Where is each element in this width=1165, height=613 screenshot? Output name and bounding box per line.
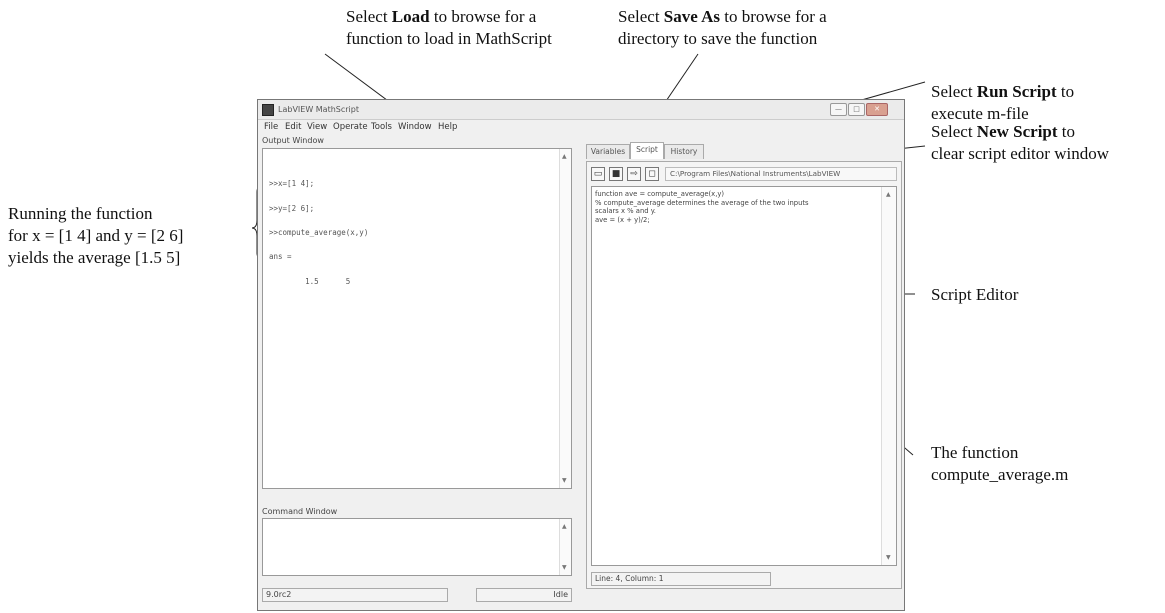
output-scrollbar[interactable]: ▲ ▼ [559,149,571,488]
script-panel: ▭ ■ ⇨ ◻ C:\Program Files\National Instru… [586,161,902,589]
script-toolbar: ▭ ■ ⇨ ◻ C:\Program Files\National Instru… [591,167,897,181]
folder-icon: ▭ [593,169,603,179]
tab-variables[interactable]: Variables [586,144,630,159]
menu-edit[interactable]: Edit [285,122,301,132]
output-line: >>compute_average(x,y) [269,228,369,237]
load-annotation: Select Load to browse for a function to … [346,7,552,48]
command-window[interactable]: ▲ ▼ [262,518,572,576]
script-editor-annotation: Script Editor [931,285,1019,304]
scroll-up-icon[interactable]: ▲ [886,191,891,198]
output-window[interactable]: >>x=[1 4]; >>y=[2 6]; >>compute_average(… [262,148,572,489]
command-scrollbar[interactable]: ▲ ▼ [559,519,571,575]
output-line: >>y=[2 6]; [269,204,315,213]
run-script-annotation: Select Run Script to execute m-file [931,82,1075,123]
script-line: scalars x % and y. [595,207,656,215]
save-as-button[interactable]: ■ [609,167,623,181]
menu-tools[interactable]: Tools [371,122,392,132]
tab-script[interactable]: Script [630,142,664,159]
menu-operate[interactable]: Operate [333,122,368,132]
script-line: ave = (x + y)/2; [595,215,650,224]
output-line: ans = [269,252,292,261]
tab-history[interactable]: History [664,144,704,159]
command-window-label: Command Window [262,507,338,516]
title-bar: LabVIEW MathScript — □ ✕ [258,100,904,120]
scroll-up-icon[interactable]: ▲ [562,153,567,160]
mathscript-window: LabVIEW MathScript — □ ✕ File Edit View … [257,99,905,611]
menu-bar: File Edit View Operate Tools Window Help [258,120,904,133]
run-arrow-icon: ⇨ [630,169,638,179]
scroll-down-icon[interactable]: ▼ [886,554,891,561]
new-script-button[interactable]: ◻ [645,167,659,181]
scroll-down-icon[interactable]: ▼ [562,564,567,571]
window-title: LabVIEW MathScript [278,105,359,114]
floppy-disk-icon: ■ [611,169,621,179]
script-path-field[interactable]: C:\Program Files\National Instruments\La… [665,167,897,181]
script-scrollbar[interactable]: ▲ ▼ [881,187,896,565]
tab-strip: Variables Script History [586,142,902,162]
labview-app-icon [262,104,274,116]
menu-window[interactable]: Window [398,122,432,132]
menu-view[interactable]: View [307,122,327,132]
maximize-button[interactable]: □ [848,103,865,116]
script-line: function ave = compute_average(x,y) [595,190,725,198]
script-editor[interactable]: function ave = compute_average(x,y) % co… [591,186,897,566]
output-line: 1.5 5 [269,277,351,286]
minimize-button[interactable]: — [830,103,847,116]
script-line: % compute_average determines the average… [595,198,809,207]
new-page-icon: ◻ [648,169,656,179]
run-script-button[interactable]: ⇨ [627,167,641,181]
scroll-up-icon[interactable]: ▲ [562,523,567,530]
run-state-status: Idle [476,588,572,602]
menu-help[interactable]: Help [438,122,457,132]
cursor-position-status: Line: 4, Column: 1 [591,572,771,586]
output-line: >>x=[1 4]; [269,179,315,188]
new-script-annotation: Select New Script to clear script editor… [931,122,1109,163]
close-button[interactable]: ✕ [866,103,888,116]
function-annotation: The function compute_average.m [931,443,1069,484]
load-button[interactable]: ▭ [591,167,605,181]
scroll-down-icon[interactable]: ▼ [562,477,567,484]
save-as-annotation: Select Save As to browse for a directory… [618,7,827,48]
version-status: 9.0rc2 [262,588,448,602]
running-annotation: Running the function for x = [1 4] and y… [8,204,184,267]
output-window-label: Output Window [262,136,324,145]
menu-file[interactable]: File [264,122,278,132]
